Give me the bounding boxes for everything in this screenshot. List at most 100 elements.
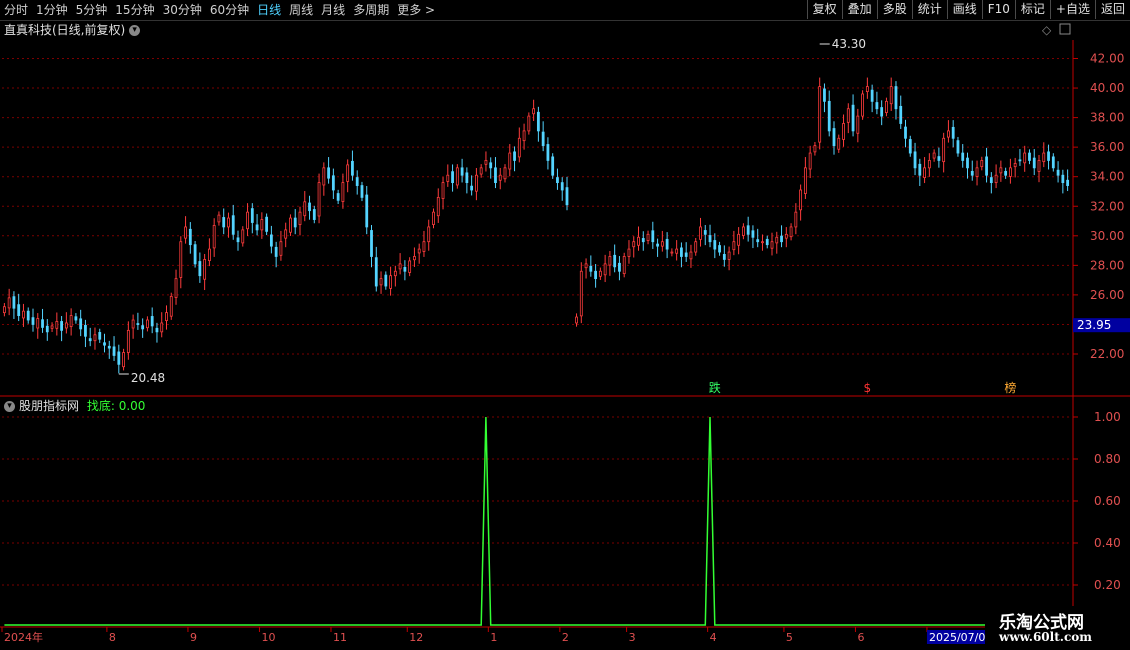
- candle-body: [31, 317, 35, 325]
- candle-body: [541, 131, 545, 147]
- candle-body: [355, 177, 359, 186]
- candle-body: [913, 151, 917, 169]
- candle-body: [1056, 169, 1060, 176]
- panel-toggle-icon: [1059, 23, 1071, 35]
- candle-body: [455, 167, 459, 186]
- candle-body: [451, 171, 454, 184]
- candle-body: [918, 163, 922, 176]
- candle-body: [236, 237, 240, 243]
- candle-body: [41, 319, 44, 328]
- candle-body: [999, 167, 1003, 174]
- candle-body: [827, 100, 831, 132]
- candle-body: [36, 318, 40, 329]
- y-tick-label: 30.00: [1090, 229, 1124, 243]
- candle-body: [899, 105, 903, 124]
- indicator-line-name: 找底:: [86, 399, 115, 413]
- candle-body: [265, 216, 269, 232]
- candle-body: [198, 261, 202, 277]
- candle-body: [250, 208, 254, 223]
- y-tick-label: 26.00: [1090, 288, 1124, 302]
- candle-body: [498, 174, 502, 181]
- candle-body: [84, 324, 87, 337]
- candle-body: [584, 263, 588, 269]
- candle-body: [808, 152, 812, 170]
- x-tick-label: 2024年: [4, 630, 43, 644]
- candle-body: [761, 241, 764, 244]
- candle-body: [861, 93, 864, 117]
- candle-body: [703, 230, 707, 235]
- candle-body: [560, 182, 564, 191]
- candle-body: [346, 164, 350, 182]
- candle-body: [408, 260, 412, 273]
- candle-body: [746, 225, 750, 235]
- candle-body: [470, 185, 474, 191]
- x-tick-label: 12: [409, 631, 423, 644]
- candle-body: [818, 86, 822, 143]
- candle-body: [670, 251, 674, 254]
- candle-body: [932, 152, 936, 159]
- candle-body: [169, 295, 173, 317]
- indicator-line: [4, 416, 1068, 626]
- candle-body: [484, 160, 488, 165]
- candle-body: [680, 247, 683, 257]
- candle-body: [656, 243, 659, 247]
- candle-body: [885, 100, 888, 113]
- y-tick-label: 34.00: [1090, 170, 1124, 184]
- candle-body: [231, 215, 235, 235]
- candle-body: [269, 234, 273, 247]
- candle-body: [160, 322, 164, 333]
- candle-body: [136, 323, 140, 325]
- candle-body: [389, 275, 392, 289]
- candle-body: [508, 152, 512, 170]
- candle-body: [479, 167, 483, 175]
- candle-body: [765, 238, 769, 246]
- candle-body: [184, 226, 187, 239]
- y-tick-label: 40.00: [1090, 81, 1124, 95]
- candle-body: [403, 267, 407, 272]
- candle-body: [1047, 151, 1050, 161]
- candle-body: [432, 211, 435, 225]
- candle-body: [489, 162, 493, 169]
- candle-body: [837, 137, 841, 150]
- candle-body: [360, 185, 364, 198]
- watermark-line2: www.60lt.com: [999, 630, 1092, 644]
- candle-body: [427, 226, 431, 243]
- candle-body: [904, 126, 907, 139]
- watermark-logo: 乐淘公式网 www.60lt.com: [985, 606, 1130, 650]
- event-marker: $: [864, 381, 872, 395]
- candle-body: [1051, 156, 1055, 169]
- candle-body: [93, 334, 97, 342]
- candle-body: [627, 248, 631, 257]
- candle-body: [55, 321, 59, 329]
- candle-body: [165, 312, 168, 322]
- candle-body: [303, 201, 307, 217]
- candle-body: [1042, 152, 1046, 163]
- candle-body: [384, 274, 388, 287]
- candle-body: [246, 211, 249, 230]
- candle-body: [908, 139, 912, 154]
- candle-body: [212, 225, 216, 249]
- candle-body: [1023, 152, 1027, 164]
- chevron-down-icon[interactable]: ▾: [4, 401, 15, 412]
- candle-body: [756, 239, 760, 243]
- indicator-line-value: 0.00: [118, 399, 146, 413]
- chart-canvas[interactable]: 22.0024.0026.0028.0030.0032.0034.0036.00…: [0, 0, 1130, 650]
- candle-body: [608, 256, 612, 266]
- diamond-icon: ◇: [1042, 23, 1052, 37]
- candle-body: [961, 152, 965, 161]
- candle-body: [179, 241, 183, 278]
- candle-body: [370, 230, 373, 257]
- candle-body: [60, 321, 63, 331]
- candle-body: [241, 229, 245, 244]
- candle-body: [775, 236, 779, 244]
- candle-body: [475, 174, 478, 192]
- candle-body: [298, 211, 302, 225]
- candle-body: [436, 196, 440, 217]
- candle-body: [966, 157, 969, 169]
- candle-body: [494, 167, 497, 184]
- y-tick-label: 36.00: [1090, 140, 1124, 154]
- candle-body: [45, 325, 49, 333]
- candle-body: [603, 263, 607, 276]
- x-tick-label: 11: [333, 631, 347, 644]
- candle-body: [641, 238, 645, 243]
